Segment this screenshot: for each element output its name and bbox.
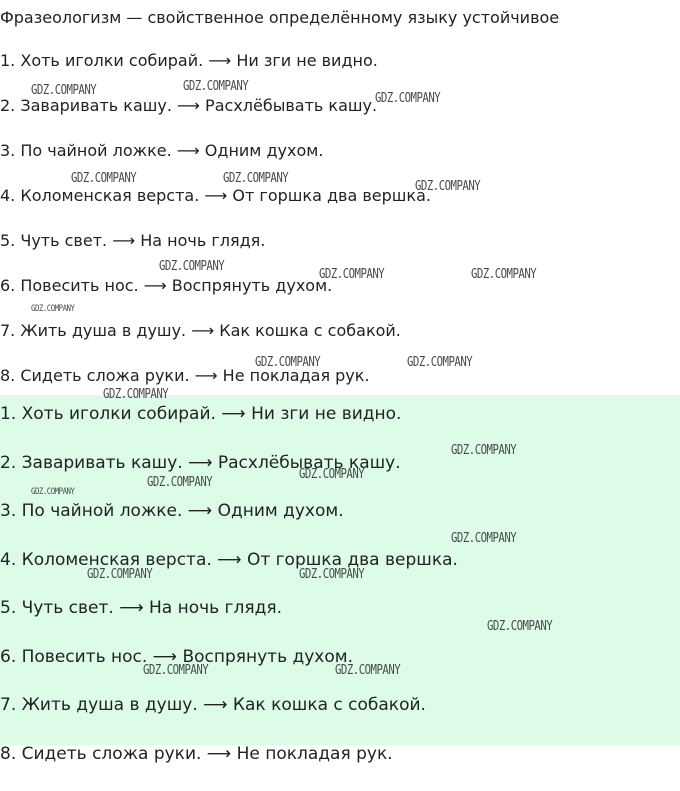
list-item: 7. Жить душа в душу. ⟶ Как кошка с собак…	[0, 694, 458, 743]
watermark: GDZ.COMPANY	[255, 355, 320, 370]
watermark: GDZ.COMPANY	[299, 567, 364, 582]
phraseology-list: 1. Хоть иголки собирай. ⟶ Ни зги не видн…	[0, 51, 431, 411]
watermark: GDZ.COMPANY	[451, 531, 516, 546]
list-item: 3. По чайной ложке. ⟶ Одним духом.	[0, 500, 458, 549]
list-item: 1. Хоть иголки собирай. ⟶ Ни зги не видн…	[0, 403, 458, 452]
watermark: GDZ.COMPANY	[223, 171, 288, 186]
watermark: GDZ.COMPANY	[471, 267, 536, 282]
list-item: 8. Сидеть сложа руки. ⟶ Не покладая рук.	[0, 743, 458, 791]
watermark: GDZ.COMPANY	[31, 304, 74, 315]
list-item: 5. Чуть свет. ⟶ На ночь глядя.	[0, 597, 458, 646]
list-item: 3. По чайной ложке. ⟶ Одним духом.	[0, 141, 431, 186]
watermark: GDZ.COMPANY	[407, 355, 472, 370]
watermark: GDZ.COMPANY	[31, 83, 96, 98]
watermark: GDZ.COMPANY	[335, 663, 400, 678]
watermark: GDZ.COMPANY	[31, 487, 74, 498]
list-item: 7. Жить душа в душу. ⟶ Как кошка с собак…	[0, 321, 431, 366]
watermark: GDZ.COMPANY	[451, 443, 516, 458]
watermark: GDZ.COMPANY	[319, 267, 384, 282]
list-item: 4. Коломенская верста. ⟶ От горшка два в…	[0, 186, 431, 231]
watermark: GDZ.COMPANY	[183, 79, 248, 94]
watermark: GDZ.COMPANY	[299, 467, 364, 482]
list-item: 2. Заваривать кашу. ⟶ Расхлёбывать кашу.	[0, 96, 431, 141]
page-heading: Фразеологизм — свойственное определённом…	[0, 8, 559, 28]
answer-list: 1. Хоть иголки собирай. ⟶ Ни зги не видн…	[0, 403, 458, 791]
watermark: GDZ.COMPANY	[375, 91, 440, 106]
watermark: GDZ.COMPANY	[143, 663, 208, 678]
watermark: GDZ.COMPANY	[159, 259, 224, 274]
watermark: GDZ.COMPANY	[87, 567, 152, 582]
watermark: GDZ.COMPANY	[415, 179, 480, 194]
list-item: 4. Коломенская верста. ⟶ От горшка два в…	[0, 549, 458, 598]
watermark: GDZ.COMPANY	[103, 387, 168, 402]
watermark: GDZ.COMPANY	[71, 171, 136, 186]
watermark: GDZ.COMPANY	[487, 619, 552, 634]
watermark: GDZ.COMPANY	[147, 475, 212, 490]
